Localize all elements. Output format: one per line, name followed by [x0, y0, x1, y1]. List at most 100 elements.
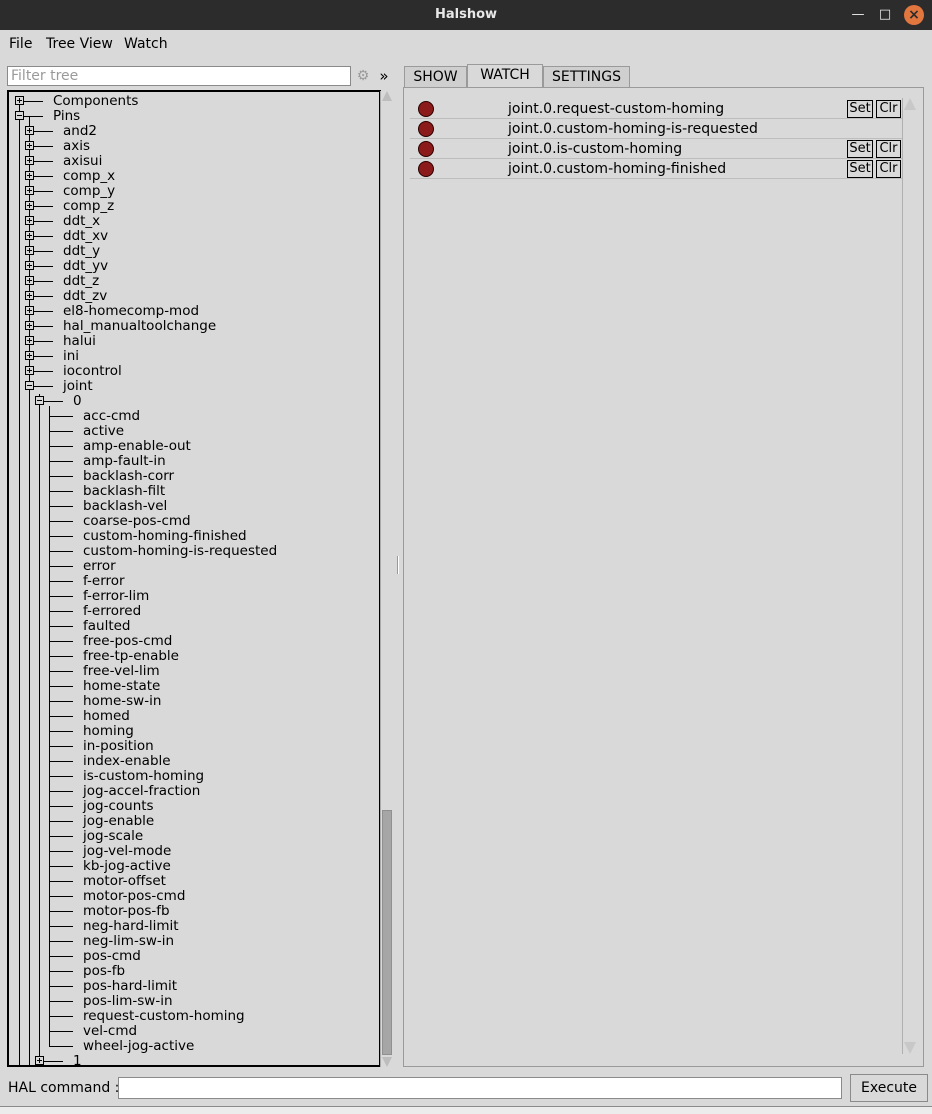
expand-icon[interactable] — [25, 246, 34, 255]
tree-leaf[interactable]: f-error-lim — [9, 589, 379, 604]
tab-show[interactable]: SHOW — [404, 66, 467, 88]
expand-icon[interactable] — [25, 186, 34, 195]
close-icon[interactable]: × — [904, 5, 924, 25]
clr-button[interactable]: Clr — [876, 160, 901, 178]
tree-leaf[interactable]: backlash-vel — [9, 499, 379, 514]
tree-node[interactable]: comp_z — [9, 199, 379, 214]
expand-icon[interactable] — [35, 1056, 44, 1065]
menu-tree-view[interactable]: Tree View — [46, 36, 113, 52]
tree-leaf[interactable]: free-vel-lim — [9, 664, 379, 679]
tree-node[interactable]: joint — [9, 379, 379, 394]
expand-icon[interactable] — [25, 126, 34, 135]
tree-node[interactable]: Components — [9, 94, 379, 109]
tree-leaf[interactable]: acc-cmd — [9, 409, 379, 424]
clr-button[interactable]: Clr — [876, 100, 901, 118]
filter-tree-input[interactable] — [7, 66, 351, 86]
tree-node[interactable]: ini — [9, 349, 379, 364]
tree-leaf[interactable]: amp-enable-out — [9, 439, 379, 454]
tree-leaf[interactable]: wheel-jog-active — [9, 1039, 379, 1054]
expand-icon[interactable] — [25, 351, 34, 360]
minimize-icon[interactable]: — — [848, 5, 868, 25]
tree-leaf[interactable]: index-enable — [9, 754, 379, 769]
tree-leaf[interactable]: home-state — [9, 679, 379, 694]
tree-node[interactable]: hal_manualtoolchange — [9, 319, 379, 334]
expand-icon[interactable] — [25, 231, 34, 240]
tree-leaf[interactable]: backlash-filt — [9, 484, 379, 499]
expand-panel-icon[interactable]: » — [377, 66, 391, 86]
tree-leaf[interactable]: free-tp-enable — [9, 649, 379, 664]
scroll-down-icon[interactable] — [382, 1057, 392, 1067]
tree-leaf[interactable]: coarse-pos-cmd — [9, 514, 379, 529]
expand-icon[interactable] — [25, 321, 34, 330]
expand-icon[interactable] — [25, 366, 34, 375]
set-button[interactable]: Set — [847, 100, 873, 118]
tree-leaf[interactable]: jog-scale — [9, 829, 379, 844]
tree-node[interactable]: axisui — [9, 154, 379, 169]
scroll-up-icon[interactable] — [904, 98, 916, 110]
tree-leaf[interactable]: backlash-corr — [9, 469, 379, 484]
tree-leaf[interactable]: active — [9, 424, 379, 439]
scrollbar-thumb[interactable] — [382, 810, 392, 1055]
tree-leaf[interactable]: in-position — [9, 739, 379, 754]
expand-icon[interactable] — [25, 291, 34, 300]
gear-icon[interactable]: ⚙ — [355, 66, 371, 86]
tree-leaf[interactable]: jog-enable — [9, 814, 379, 829]
collapse-icon[interactable] — [25, 381, 34, 390]
menu-watch[interactable]: Watch — [124, 36, 168, 52]
execute-button[interactable]: Execute — [850, 1074, 928, 1102]
tree-leaf[interactable]: pos-fb — [9, 964, 379, 979]
tree-leaf[interactable]: pos-hard-limit — [9, 979, 379, 994]
expand-icon[interactable] — [25, 156, 34, 165]
tree-leaf[interactable]: pos-lim-sw-in — [9, 994, 379, 1009]
pin-tree[interactable]: Components Pins and2 axis axisui comp_x comp_y… — [7, 90, 381, 1067]
tab-watch[interactable]: WATCH — [467, 64, 543, 88]
collapse-icon[interactable] — [35, 396, 44, 405]
tree-leaf[interactable]: free-pos-cmd — [9, 634, 379, 649]
tree-node[interactable]: ddt_x — [9, 214, 379, 229]
tree-leaf[interactable]: pos-cmd — [9, 949, 379, 964]
tree-leaf[interactable]: jog-vel-mode — [9, 844, 379, 859]
tree-node[interactable]: Pins — [9, 109, 379, 124]
collapse-icon[interactable] — [15, 111, 24, 120]
tree-node[interactable]: ddt_yv — [9, 259, 379, 274]
expand-icon[interactable] — [25, 276, 34, 285]
expand-icon[interactable] — [25, 261, 34, 270]
tree-leaf[interactable]: motor-pos-cmd — [9, 889, 379, 904]
tree-node[interactable]: comp_x — [9, 169, 379, 184]
expand-icon[interactable] — [15, 96, 24, 105]
expand-icon[interactable] — [25, 216, 34, 225]
set-button[interactable]: Set — [847, 140, 873, 158]
tree-leaf[interactable]: kb-jog-active — [9, 859, 379, 874]
tree-node[interactable]: halui — [9, 334, 379, 349]
tree-leaf[interactable]: f-errored — [9, 604, 379, 619]
expand-icon[interactable] — [25, 201, 34, 210]
tree-leaf[interactable]: jog-counts — [9, 799, 379, 814]
tree-leaf[interactable]: motor-pos-fb — [9, 904, 379, 919]
tree-node[interactable]: and2 — [9, 124, 379, 139]
tree-node[interactable]: el8-homecomp-mod — [9, 304, 379, 319]
tree-leaf[interactable]: neg-lim-sw-in — [9, 934, 379, 949]
hal-command-input[interactable] — [118, 1077, 842, 1099]
tree-node[interactable]: 0 — [9, 394, 379, 409]
tree-leaf[interactable]: neg-hard-limit — [9, 919, 379, 934]
tree-leaf[interactable]: f-error — [9, 574, 379, 589]
tree-leaf[interactable]: homing — [9, 724, 379, 739]
tree-leaf[interactable]: faulted — [9, 619, 379, 634]
tree-leaf[interactable]: error — [9, 559, 379, 574]
expand-icon[interactable] — [25, 306, 34, 315]
set-button[interactable]: Set — [847, 160, 873, 178]
tree-leaf[interactable]: custom-homing-is-requested — [9, 544, 379, 559]
expand-icon[interactable] — [25, 171, 34, 180]
pane-sash[interactable] — [397, 556, 399, 574]
tree-leaf[interactable]: home-sw-in — [9, 694, 379, 709]
tree-leaf[interactable]: homed — [9, 709, 379, 724]
tree-node[interactable]: ddt_zv — [9, 289, 379, 304]
tree-leaf[interactable]: amp-fault-in — [9, 454, 379, 469]
tree-node[interactable]: iocontrol — [9, 364, 379, 379]
tab-settings[interactable]: SETTINGS — [543, 66, 630, 88]
watch-scrollbar[interactable] — [902, 98, 916, 1054]
tree-leaf[interactable]: is-custom-homing — [9, 769, 379, 784]
tree-leaf[interactable]: custom-homing-finished — [9, 529, 379, 544]
tree-node[interactable]: comp_y — [9, 184, 379, 199]
tree-scrollbar[interactable] — [380, 91, 392, 1067]
